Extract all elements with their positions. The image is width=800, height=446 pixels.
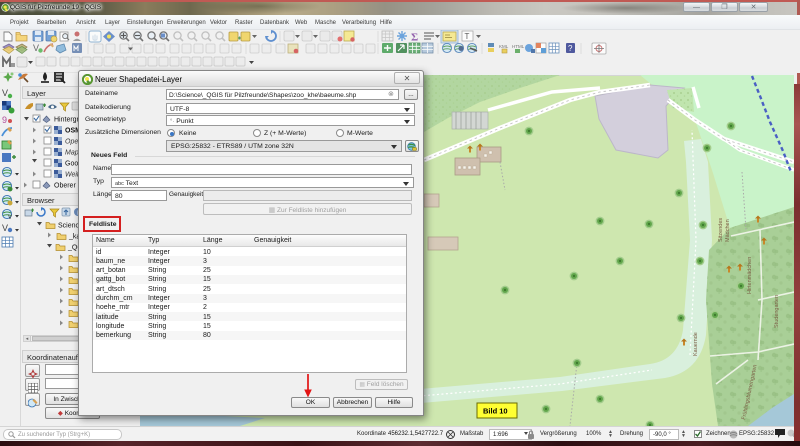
svg-text:Hirtenmädchen: Hirtenmädchen: [747, 257, 753, 294]
svg-text:V: V: [2, 88, 8, 98]
svg-text:V: V: [33, 43, 39, 53]
svg-text:Σ: Σ: [411, 32, 418, 44]
svg-text:Mädchen: Mädchen: [725, 219, 731, 242]
svg-text:?: ?: [568, 44, 573, 53]
svg-text:9: 9: [2, 115, 7, 125]
svg-text:Bild 10: Bild 10: [483, 407, 508, 416]
svg-text:KML: KML: [499, 44, 509, 49]
svg-text:HTML: HTML: [512, 44, 525, 49]
svg-text:V: V: [2, 223, 8, 233]
svg-text:Studengarten: Studengarten: [774, 295, 780, 328]
svg-text:V: V: [8, 215, 12, 221]
svg-text:T: T: [465, 32, 470, 41]
svg-text:Kauernde: Kauernde: [693, 332, 699, 356]
svg-text:Sitzendes: Sitzendes: [718, 218, 724, 242]
